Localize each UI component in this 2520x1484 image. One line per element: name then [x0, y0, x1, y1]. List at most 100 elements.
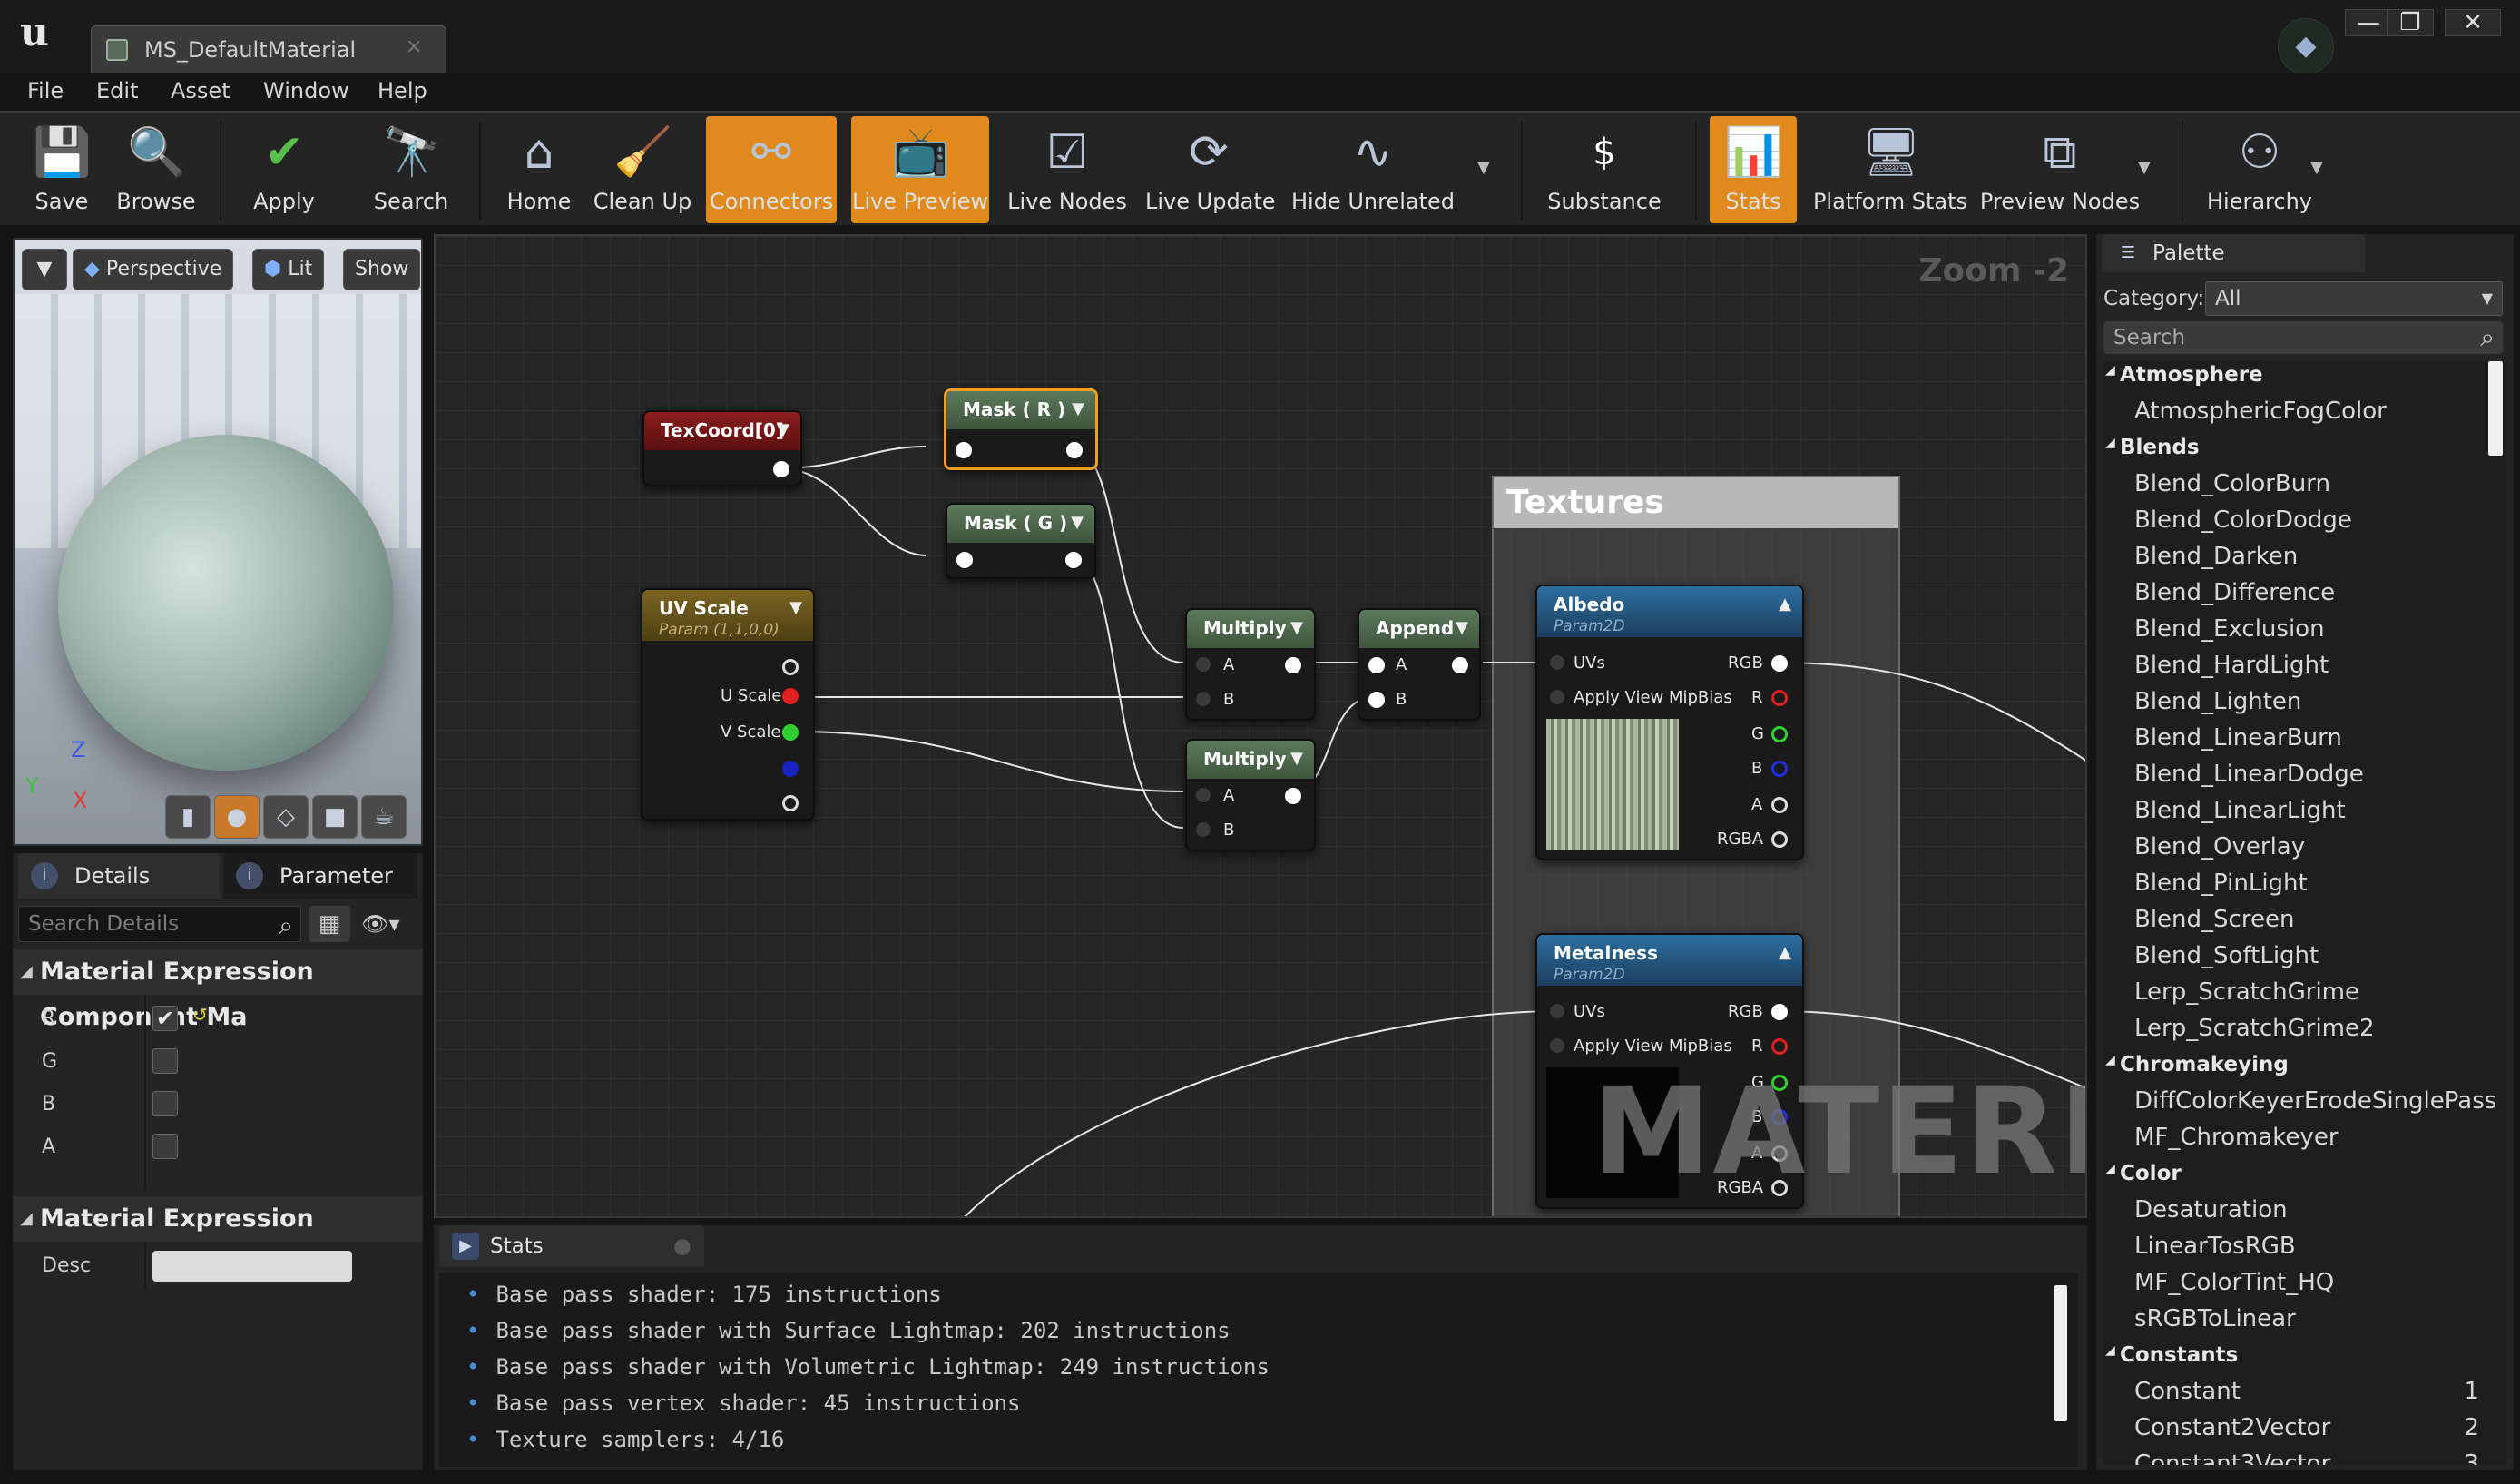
teapot-preview-icon[interactable]: ☕: [361, 795, 407, 839]
connectors-button[interactable]: ⚯ Connectors: [706, 116, 837, 223]
node-multiply-2[interactable]: Multiply ▼ A B: [1185, 739, 1316, 851]
node-append[interactable]: Append ▼ A B: [1358, 608, 1481, 721]
mipbias-pin[interactable]: [1550, 1038, 1564, 1053]
live-nodes-button[interactable]: ☑ Live Nodes: [1002, 116, 1133, 223]
document-tab[interactable]: MS_DefaultMaterial ×: [91, 25, 446, 73]
substance-button[interactable]: $ Substance: [1534, 116, 1675, 223]
platform-stats-button[interactable]: 🖥 Platform Stats: [1806, 116, 1975, 223]
checkbox-g[interactable]: [152, 1048, 178, 1074]
collapse-triangle-icon[interactable]: ◢: [2105, 436, 2115, 450]
view-options-eye-icon[interactable]: 👁▾: [361, 906, 417, 942]
mipbias-pin[interactable]: [1550, 690, 1564, 704]
output-pin[interactable]: [773, 461, 789, 477]
tab-palette[interactable]: ☰ Palette: [2102, 234, 2365, 272]
preview-nodes-button[interactable]: ⧉ Preview Nodes: [1978, 116, 2142, 223]
tab-parameter[interactable]: i Parameter: [223, 853, 417, 899]
palette-item[interactable]: DiffColorKeyerErodeSinglePass: [2134, 1087, 2496, 1115]
palette-item[interactable]: sRGBToLinear: [2134, 1305, 2296, 1332]
node-dropdown-icon[interactable]: ▼: [1072, 391, 1084, 428]
palette-item[interactable]: MF_Chromakeyer: [2134, 1124, 2339, 1151]
menu-file[interactable]: File: [27, 78, 64, 103]
node-dropdown-icon[interactable]: ▼: [789, 590, 802, 626]
a-pin[interactable]: [782, 795, 799, 811]
palette-item[interactable]: Blend_LinearDodge: [2134, 761, 2364, 788]
sphere-preview-icon[interactable]: ●: [214, 795, 260, 839]
r-pin[interactable]: [1771, 1038, 1788, 1055]
palette-item[interactable]: Lerp_ScratchGrime: [2134, 978, 2359, 1006]
chevron-down-icon[interactable]: ▼: [2138, 158, 2151, 177]
palette-item[interactable]: MF_ColorTint_HQ: [2134, 1269, 2334, 1296]
plane-preview-icon[interactable]: ◇: [263, 795, 309, 839]
b-pin[interactable]: [782, 761, 799, 777]
node-albedo[interactable]: Albedo ▲ Param2D UVs Apply View MipBias R…: [1535, 585, 1804, 860]
palette-item[interactable]: Blend_Screen: [2134, 906, 2294, 933]
chevron-down-icon[interactable]: ▼: [2310, 158, 2323, 177]
palette-category[interactable]: Constants: [2120, 1343, 2238, 1367]
node-dropdown-icon[interactable]: ▼: [1290, 610, 1303, 646]
output-pin[interactable]: [1285, 657, 1301, 673]
scrollbar[interactable]: [2054, 1285, 2067, 1421]
output-pin[interactable]: [782, 659, 799, 675]
node-dropdown-icon[interactable]: ▼: [777, 412, 789, 448]
node-mask-r[interactable]: Mask ( R ) ▼: [944, 388, 1098, 470]
lit-button[interactable]: ⬢ Lit: [252, 249, 325, 290]
cube-preview-icon[interactable]: ■: [312, 795, 358, 839]
rgb-pin[interactable]: [1771, 1004, 1788, 1020]
output-pin[interactable]: [1065, 552, 1082, 568]
a-pin[interactable]: [1771, 797, 1788, 813]
palette-item[interactable]: Blend_Lighten: [2134, 688, 2301, 715]
maximize-button[interactable]: ❐: [2387, 9, 2434, 36]
input-pin-a[interactable]: [1196, 657, 1211, 672]
live-preview-button[interactable]: 📺 Live Preview: [851, 116, 989, 223]
section-material-expression[interactable]: ◢ Material Expression: [13, 1196, 423, 1242]
input-pin[interactable]: [956, 552, 973, 568]
property-matrix-icon[interactable]: ▦: [309, 906, 350, 942]
save-button[interactable]: 💾 Save: [15, 116, 109, 223]
desc-input[interactable]: [152, 1251, 352, 1282]
tab-close-dot[interactable]: ●: [673, 1225, 691, 1267]
tab-details[interactable]: i Details: [18, 853, 220, 899]
input-pin[interactable]: [956, 442, 972, 458]
menu-help[interactable]: Help: [378, 78, 427, 103]
collapse-triangle-icon[interactable]: ◢: [2105, 1053, 2115, 1067]
input-pin-b[interactable]: [1196, 692, 1211, 706]
v-scale-pin[interactable]: [782, 724, 799, 741]
preview-viewport[interactable]: ▼ ◆ Perspective ⬢ Lit Show Z Y X ▮ ● ◇ ■…: [13, 238, 423, 846]
palette-item[interactable]: Blend_Difference: [2134, 579, 2335, 606]
collapse-triangle-icon[interactable]: ◢: [2105, 1343, 2115, 1358]
r-pin[interactable]: [1771, 690, 1788, 706]
palette-category[interactable]: Chromakeying: [2120, 1053, 2289, 1076]
hierarchy-button[interactable]: ⚇ Hierarchy: [2196, 116, 2323, 223]
palette-search-input[interactable]: Search ⌕: [2103, 321, 2503, 354]
b-pin[interactable]: [1771, 761, 1788, 777]
palette-item[interactable]: Constant2Vector: [2134, 1414, 2330, 1441]
section-material-expression-component-mask[interactable]: ◢ Material Expression Component Ma: [13, 949, 423, 1031]
details-search-input[interactable]: Search Details ⌕: [18, 906, 301, 942]
palette-item[interactable]: Blend_ColorBurn: [2134, 470, 2330, 497]
checkbox-a[interactable]: [152, 1134, 178, 1159]
node-texcoord[interactable]: TexCoord[0] ▼: [642, 410, 802, 486]
palette-category[interactable]: Atmosphere: [2120, 363, 2263, 387]
menu-asset[interactable]: Asset: [171, 78, 230, 103]
palette-item[interactable]: Lerp_ScratchGrime2: [2134, 1015, 2375, 1042]
node-multiply-1[interactable]: Multiply ▼ A B: [1185, 608, 1316, 721]
minimize-button[interactable]: —: [2345, 9, 2392, 36]
node-uv-scale[interactable]: UV Scale ▼ Param (1,1,0,0) U Scale V Scal…: [641, 588, 815, 821]
apply-button[interactable]: ✔ Apply: [234, 116, 334, 223]
palette-item[interactable]: Blend_LinearLight: [2134, 797, 2346, 824]
perspective-button[interactable]: ◆ Perspective: [73, 249, 234, 290]
collapse-triangle-icon[interactable]: ◢: [2105, 1162, 2115, 1176]
node-dropdown-icon[interactable]: ▼: [1290, 741, 1303, 777]
input-pin-b[interactable]: [1196, 822, 1211, 837]
clean-up-button[interactable]: 🧹 Clean Up: [588, 116, 697, 223]
palette-item[interactable]: Blend_SoftLight: [2134, 942, 2319, 969]
category-select[interactable]: All ▼: [2205, 281, 2503, 316]
live-update-button[interactable]: ⟳ Live Update: [1145, 116, 1276, 223]
collapse-arrow-icon[interactable]: ▲: [1779, 586, 1791, 623]
palette-item[interactable]: AtmosphericFogColor: [2134, 398, 2387, 425]
output-pin[interactable]: [1452, 657, 1468, 673]
input-pin-a[interactable]: [1196, 788, 1211, 802]
input-pin-a[interactable]: [1368, 657, 1385, 673]
reset-to-default-icon[interactable]: ↺: [192, 1004, 208, 1026]
scrollbar[interactable]: [2488, 361, 2503, 456]
